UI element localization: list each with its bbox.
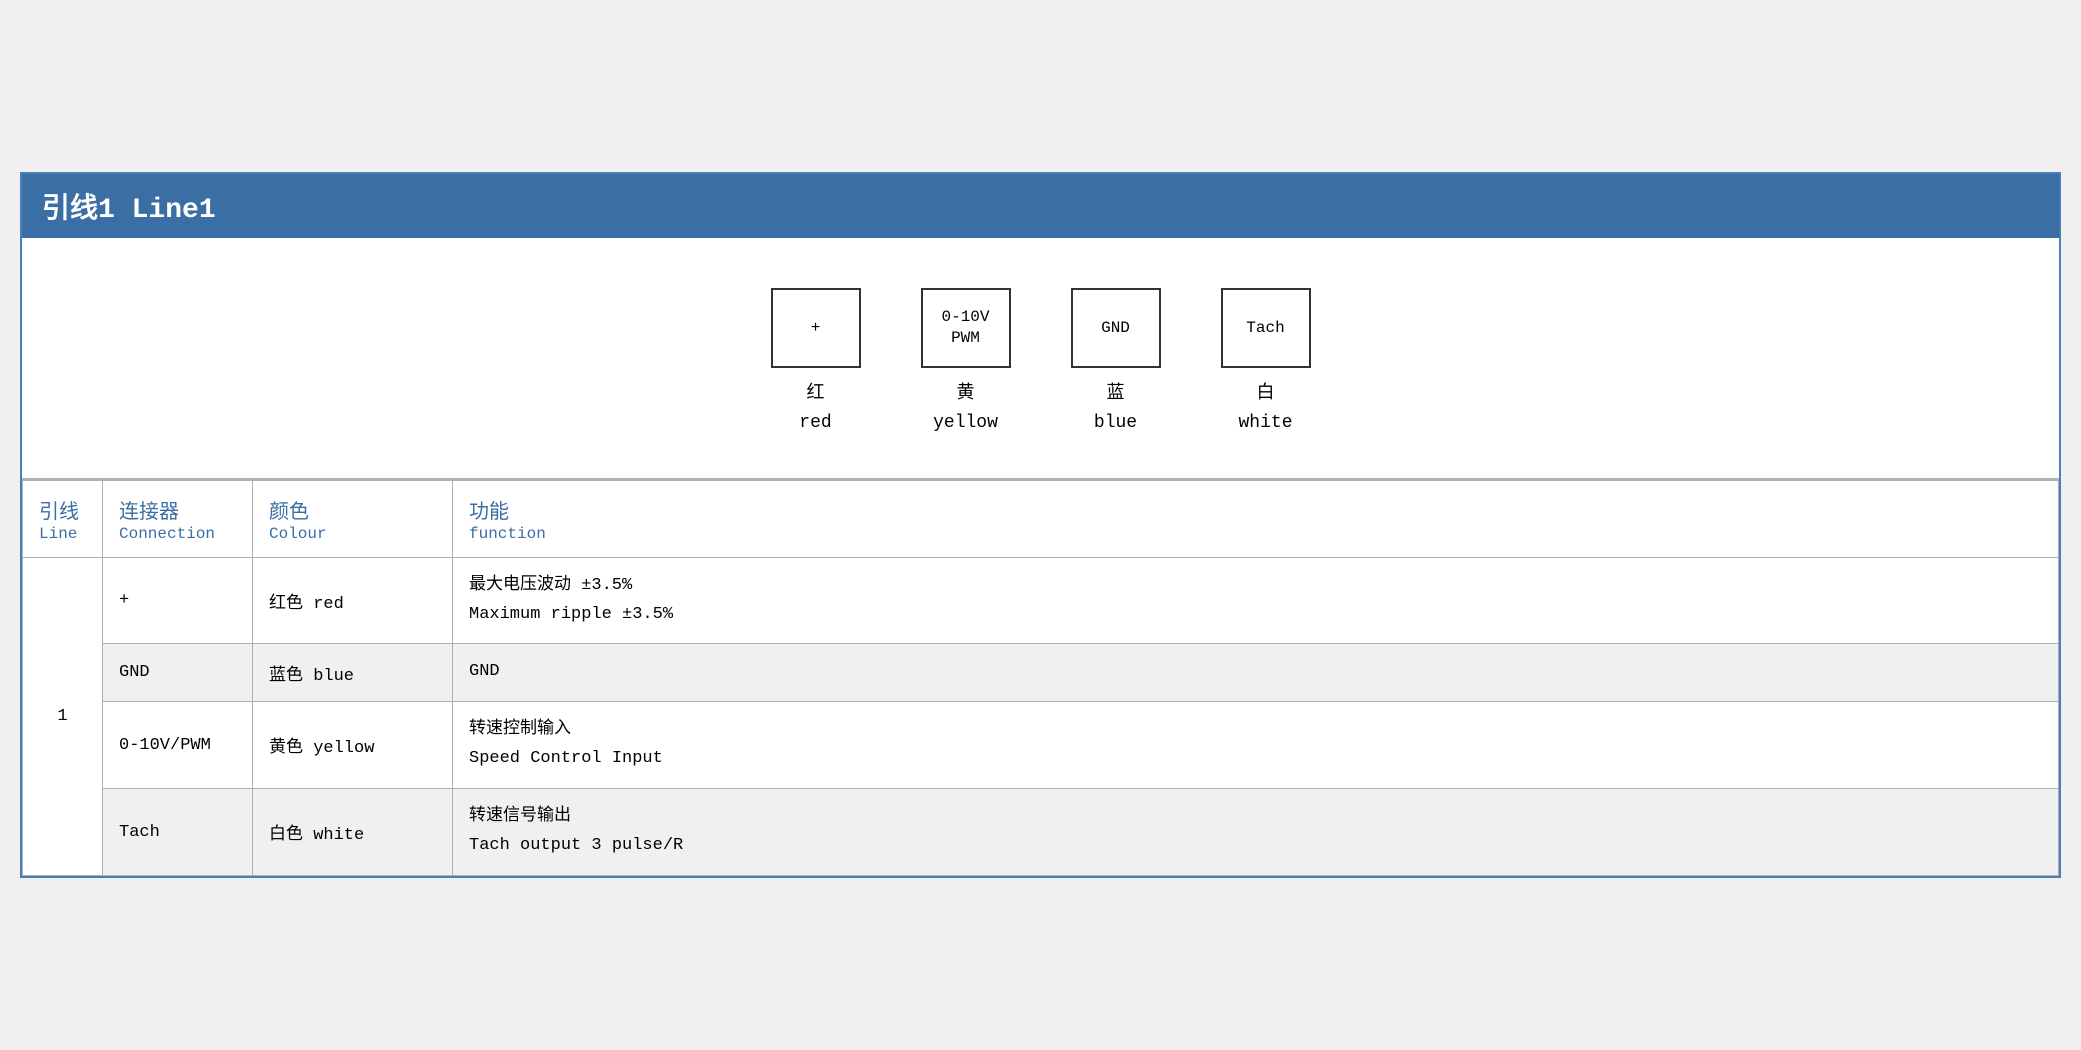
connector-box-tach: Tach <box>1221 288 1311 368</box>
function-english: Maximum ripple ±3.5% <box>469 605 673 624</box>
connector-gnd: GND 蓝 blue <box>1071 288 1161 438</box>
cell-function: 转速控制输入 Speed Control Input <box>453 702 2059 789</box>
cell-function: GND <box>453 644 2059 702</box>
connector-pwm: 0-10V PWM 黄 yellow <box>921 288 1011 438</box>
header-colour: 颜色 Colour <box>253 480 453 557</box>
table-row: Tach白色 white 转速信号输出 Tach output 3 pulse/R <box>23 789 2059 876</box>
connector-box-gnd: GND <box>1071 288 1161 368</box>
cell-line-number: 1 <box>23 557 103 875</box>
cell-colour: 蓝色 blue <box>253 644 453 702</box>
cell-colour: 红色 red <box>253 557 453 644</box>
header-function: 功能 function <box>453 480 2059 557</box>
connector-label-pwm: 黄 yellow <box>933 380 998 438</box>
cell-connection: 0-10V/PWM <box>103 702 253 789</box>
cell-colour: 白色 white <box>253 789 453 876</box>
connector-label-plus: 红 red <box>799 380 831 438</box>
connector-label-gnd: 蓝 blue <box>1094 380 1137 438</box>
header-line: 引线 Line <box>23 480 103 557</box>
title-bar: 引线1 Line1 <box>22 174 2059 238</box>
cell-connection: + <box>103 557 253 644</box>
cell-function: 最大电压波动 ±3.5% Maximum ripple ±3.5% <box>453 557 2059 644</box>
cell-colour: 黄色 yellow <box>253 702 453 789</box>
connector-plus: + 红 red <box>771 288 861 438</box>
table-row: 1+红色 red最大电压波动 ±3.5%Maximum ripple ±3.5% <box>23 557 2059 644</box>
connector-label-tach: 白 white <box>1238 380 1292 438</box>
connector-tach: Tach 白 white <box>1221 288 1311 438</box>
function-chinese: GND <box>469 662 500 681</box>
header-connection: 连接器 Connection <box>103 480 253 557</box>
table-section: 引线 Line 连接器 Connection 颜色 Colour 功能 func… <box>22 480 2059 876</box>
page-title: 引线1 Line1 <box>42 195 216 226</box>
function-english: Speed Control Input <box>469 749 663 768</box>
function-chinese: 转速控制输入 <box>469 720 571 739</box>
cell-function: 转速信号输出 Tach output 3 pulse/R <box>453 789 2059 876</box>
function-chinese: 转速信号输出 <box>469 807 571 826</box>
function-chinese: 最大电压波动 ±3.5% <box>469 576 632 595</box>
table-header-row: 引线 Line 连接器 Connection 颜色 Colour 功能 func… <box>23 480 2059 557</box>
table-row: GND蓝色 blueGND <box>23 644 2059 702</box>
main-container: 引线1 Line1 + 红 red 0-10V PWM 黄 <box>20 172 2061 878</box>
connector-box-plus: + <box>771 288 861 368</box>
connector-box-pwm: 0-10V PWM <box>921 288 1011 368</box>
table-row: 0-10V/PWM黄色 yellow 转速控制输入 Speed Control In… <box>23 702 2059 789</box>
cell-connection: GND <box>103 644 253 702</box>
data-table: 引线 Line 连接器 Connection 颜色 Colour 功能 func… <box>22 480 2059 876</box>
cell-connection: Tach <box>103 789 253 876</box>
diagram-section: + 红 red 0-10V PWM 黄 yellow <box>22 238 2059 480</box>
connector-diagram: + 红 red 0-10V PWM 黄 yellow <box>42 268 2039 448</box>
function-english: Tach output 3 pulse/R <box>469 836 683 855</box>
